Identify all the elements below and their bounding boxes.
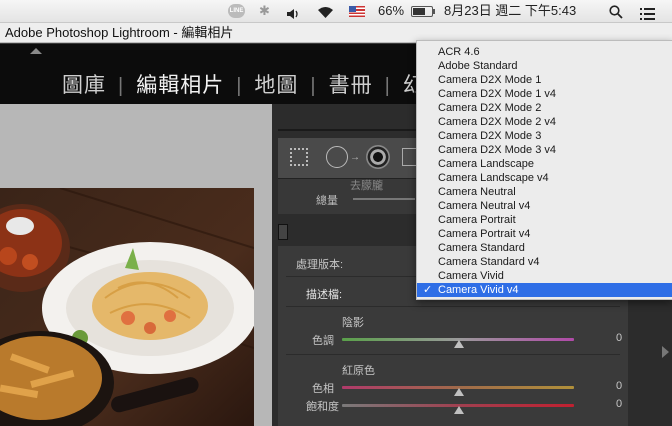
profile-option[interactable]: Camera Standard v4 xyxy=(417,255,672,269)
profile-option[interactable]: Camera Landscape v4 xyxy=(417,171,672,185)
profile-option[interactable]: Camera D2X Mode 3 v4 xyxy=(417,143,672,157)
dehaze-label: 去朦朧 xyxy=(350,180,383,192)
section-divider xyxy=(286,354,620,355)
dehaze-amount-label: 總量 xyxy=(316,195,338,207)
red-hue-slider-knob[interactable] xyxy=(454,388,464,396)
profile-option[interactable]: Camera Portrait xyxy=(417,213,672,227)
module-develop[interactable]: 編輯相片 xyxy=(136,69,224,99)
food-photo-image xyxy=(0,188,254,426)
profile-option[interactable]: Camera D2X Mode 1 v4 xyxy=(417,87,672,101)
module-separator: | xyxy=(118,75,125,97)
red-saturation-value[interactable]: 0 xyxy=(616,398,622,410)
profile-option-selected[interactable]: ✓ Camera Vivid v4 xyxy=(417,283,672,297)
red-saturation-slider-knob[interactable] xyxy=(454,406,464,414)
spot-removal-icon[interactable] xyxy=(326,146,348,168)
profile-option[interactable]: Camera D2X Mode 1 xyxy=(417,73,672,87)
profile-option[interactable]: Camera Neutral v4 xyxy=(417,199,672,213)
red-primary-heading: 紅原色 xyxy=(342,365,375,377)
module-book[interactable]: 書冊 xyxy=(329,69,373,99)
checkmark-icon: ✓ xyxy=(423,284,433,296)
module-map[interactable]: 地圖 xyxy=(254,69,298,99)
profile-option[interactable]: Camera D2X Mode 2 v4 xyxy=(417,115,672,129)
profile-option[interactable]: ACR 4.6 xyxy=(417,45,672,59)
module-separator: | xyxy=(384,75,391,97)
collapse-top-panel-icon[interactable] xyxy=(30,48,42,54)
shadows-tint-value[interactable]: 0 xyxy=(616,332,622,344)
menu-bar: LINE ✱ 66% 8月23日 週二 下午5:43 xyxy=(0,0,672,23)
line-app-icon[interactable]: LINE xyxy=(228,4,245,18)
red-eye-tool-icon[interactable] xyxy=(366,145,390,169)
battery-percent[interactable]: 66% xyxy=(378,0,404,22)
battery-icon[interactable] xyxy=(411,6,435,17)
profile-option[interactable]: Camera Vivid xyxy=(417,269,672,283)
input-source-flag-icon[interactable] xyxy=(349,6,365,17)
spot-removal-arrow-icon: → xyxy=(350,152,360,163)
section-divider xyxy=(286,306,620,307)
profile-option[interactable]: Camera Portrait v4 xyxy=(417,227,672,241)
crop-tool-icon[interactable] xyxy=(290,148,308,166)
profile-option[interactable]: Camera D2X Mode 3 xyxy=(417,129,672,143)
profile-dropdown-menu[interactable]: ACR 4.6 Adobe Standard Camera D2X Mode 1… xyxy=(416,40,672,300)
profile-option[interactable]: Camera Neutral xyxy=(417,185,672,199)
red-hue-value[interactable]: 0 xyxy=(616,380,622,392)
right-panel-toggle-icon[interactable] xyxy=(662,346,669,358)
red-saturation-label: 飽和度 xyxy=(306,401,339,413)
profile-option[interactable]: Adobe Standard xyxy=(417,59,672,73)
red-hue-label: 色相 xyxy=(312,383,334,395)
photo-preview[interactable] xyxy=(0,188,254,426)
profile-label: 描述檔: xyxy=(306,289,343,301)
module-library[interactable]: 圖庫 xyxy=(62,69,106,99)
shadows-heading: 陰影 xyxy=(342,317,364,329)
bluetooth-icon[interactable]: ✱ xyxy=(259,0,270,22)
shadows-tint-slider-knob[interactable] xyxy=(454,340,464,348)
clock[interactable]: 8月23日 週二 下午5:43 xyxy=(444,0,576,22)
profile-option[interactable]: Camera Standard xyxy=(417,241,672,255)
module-separator: | xyxy=(310,75,317,97)
panel-switch-toggle[interactable] xyxy=(278,224,288,240)
module-separator: | xyxy=(236,75,243,97)
process-version-label: 處理版本: xyxy=(296,259,344,271)
dehaze-amount-slider[interactable] xyxy=(353,198,415,200)
profile-option[interactable]: Camera Landscape xyxy=(417,157,672,171)
profile-option[interactable]: Camera D2X Mode 2 xyxy=(417,101,672,115)
shadows-tint-label: 色調 xyxy=(312,335,334,347)
